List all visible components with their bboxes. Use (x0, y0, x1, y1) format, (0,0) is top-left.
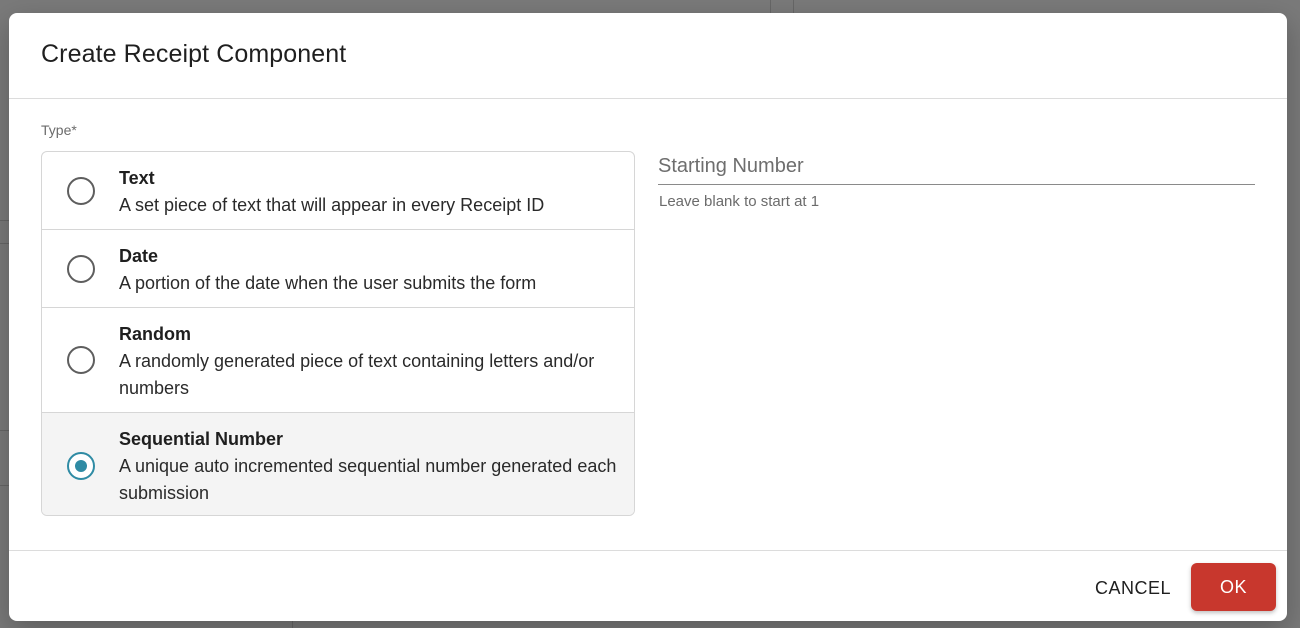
option-title: Random (119, 324, 191, 344)
dialog-footer: CANCEL OK (9, 550, 1287, 621)
type-option-text[interactable]: Text A set piece of text that will appea… (42, 152, 634, 230)
option-description: A unique auto incremented sequential num… (119, 456, 617, 503)
option-description: A set piece of text that will appear in … (119, 195, 545, 215)
type-option-random[interactable]: Random A randomly generated piece of tex… (42, 308, 634, 413)
radio-button-text[interactable] (67, 177, 95, 205)
option-title: Sequential Number (119, 429, 284, 449)
dialog-header: Create Receipt Component (9, 13, 1287, 99)
option-title: Text (119, 168, 155, 188)
starting-number-helper-text: Leave blank to start at 1 (659, 193, 820, 210)
type-radio-group: Text A set piece of text that will appea… (41, 151, 635, 516)
type-option-sequential-number[interactable]: Sequential Number A unique auto incremen… (42, 413, 634, 515)
option-description: A randomly generated piece of text conta… (119, 351, 595, 398)
radio-button-sequential-number[interactable] (67, 452, 95, 480)
type-option-date[interactable]: Date A portion of the date when the user… (42, 230, 634, 308)
ok-button[interactable]: OK (1191, 563, 1276, 611)
option-title: Date (119, 246, 159, 266)
radio-button-random[interactable] (67, 346, 95, 374)
create-receipt-component-dialog: Create Receipt Component Type* Text A se… (9, 13, 1287, 621)
starting-number-input[interactable] (658, 148, 1255, 185)
radio-selected-dot (75, 460, 87, 472)
cancel-button[interactable]: CANCEL (1075, 571, 1191, 605)
option-description: A portion of the date when the user subm… (119, 273, 537, 293)
type-field-label: Type* (41, 122, 77, 138)
dialog-title: Create Receipt Component (41, 40, 347, 68)
radio-button-date[interactable] (67, 255, 95, 283)
